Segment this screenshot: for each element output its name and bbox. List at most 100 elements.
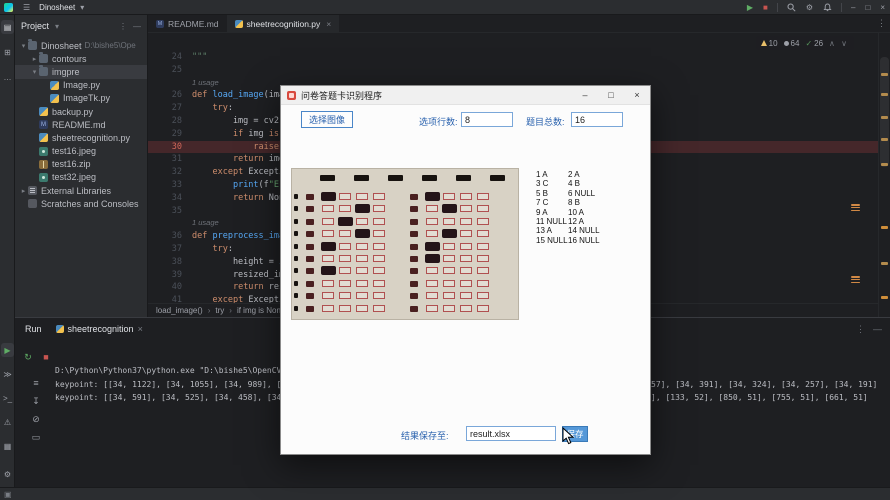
stop-process-button[interactable]: ■ (39, 350, 53, 364)
tree-item-sheetrecognition-py[interactable]: sheetrecognition.py (15, 131, 147, 144)
chevron-collapsed-icon[interactable]: ▸ (19, 187, 28, 195)
dialog-maximize-button[interactable]: □ (598, 86, 624, 104)
notifications-bell-icon[interactable] (823, 3, 832, 12)
status-toolwindow-icon[interactable]: ▣ (4, 490, 12, 499)
search-everywhere-icon[interactable] (787, 3, 796, 12)
breadcrumb-item[interactable]: try (215, 306, 224, 315)
line-number[interactable]: 39 (148, 269, 182, 282)
run-button[interactable]: ▶ (747, 3, 753, 12)
result-row: 11 NULL 12 A (536, 217, 646, 226)
line-number[interactable]: 28 (148, 115, 182, 128)
tree-item-imagetk-py[interactable]: ImageTk.py (15, 92, 147, 105)
rows-input[interactable] (461, 112, 513, 127)
line-number[interactable]: 35 (148, 205, 182, 218)
clear-console-icon[interactable]: ⊘ (29, 412, 43, 426)
save-button[interactable]: 保存 (562, 426, 588, 442)
code-line-25[interactable]: 25 (148, 64, 878, 77)
total-input[interactable] (571, 112, 623, 127)
window-maximize-button[interactable]: □ (865, 3, 870, 12)
run-panel-title[interactable]: Run (25, 324, 42, 334)
save-path-input[interactable] (466, 426, 556, 441)
scroll-to-end-icon[interactable]: ↧ (29, 394, 43, 408)
tree-item-readme-md[interactable]: README.md (15, 118, 147, 131)
breadcrumb-item[interactable]: if img is Non (237, 306, 281, 315)
python-console-toolwindow-icon[interactable]: ≫ (1, 367, 14, 381)
dialog-titlebar[interactable]: 问卷答题卡识别程序 – □ × (281, 86, 650, 105)
run-options-icon[interactable]: ⋮ (856, 324, 865, 335)
problems-toolwindow-icon[interactable]: ⚠ (1, 415, 14, 429)
sheet-number-mark (410, 268, 418, 275)
line-number[interactable]: 30 (148, 141, 182, 154)
inspections-widget[interactable]: 10 64 ✓ 26 ∧ ∨ (755, 36, 854, 50)
line-number[interactable]: 33 (148, 179, 182, 192)
line-number[interactable]: 40 (148, 281, 182, 294)
line-number[interactable]: 25 (148, 64, 182, 77)
project-chevron-icon[interactable]: ▾ (80, 3, 84, 12)
commit-toolwindow-icon[interactable]: ⊞ (1, 45, 14, 59)
suppressed-warnings-icon[interactable] (851, 204, 860, 211)
chevron-expanded-icon[interactable]: ▾ (19, 42, 28, 50)
tree-item-scratches-and-consoles[interactable]: Scratches and Consoles (15, 197, 147, 210)
line-number[interactable]: 27 (148, 102, 182, 115)
dialog-close-button[interactable]: × (624, 86, 650, 104)
error-stripe[interactable] (878, 33, 890, 317)
hide-panel-icon[interactable]: — (133, 22, 141, 31)
prev-next-problem-icons[interactable]: ∧ ∨ (829, 39, 849, 48)
line-number[interactable]: 32 (148, 166, 182, 179)
tree-item-image-py[interactable]: Image.py (15, 79, 147, 92)
project-panel-header[interactable]: Project ▾ ⋮ — (15, 15, 147, 37)
tree-item-contours[interactable]: ▸ contours (15, 52, 147, 65)
tab-readme[interactable]: README.md (148, 15, 227, 32)
rerun-button[interactable]: ↻ (21, 350, 35, 364)
line-number[interactable]: 41 (148, 294, 182, 303)
pin-tab-icon[interactable]: ▭ (29, 430, 43, 444)
project-header-chevron-icon[interactable]: ▾ (55, 22, 59, 31)
breadcrumb-item[interactable]: load_image() (156, 306, 203, 315)
stop-button[interactable]: ■ (763, 3, 768, 12)
tree-item-external-libraries[interactable]: ▸ External Libraries (15, 184, 147, 197)
project-widget[interactable]: Dinosheet (39, 3, 75, 12)
more-toolwindows-icon[interactable]: … (1, 70, 14, 84)
suppressed-warnings-icon[interactable] (851, 276, 860, 283)
project-panel: Project ▾ ⋮ — ▾ Dinosheet D:\bishe5\Ope ▸ co… (15, 15, 148, 317)
services-toolwindow-icon[interactable]: ▦ (1, 439, 14, 453)
run-tab-close-icon[interactable]: × (138, 324, 143, 334)
tab-sheetrecognition[interactable]: sheetrecognition.py × (226, 15, 340, 32)
locate-file-icon[interactable]: ⋮ (119, 22, 127, 31)
line-number[interactable]: 37 (148, 243, 182, 256)
settings-icon[interactable]: ⚙ (806, 3, 813, 12)
markdown-icon (39, 120, 48, 130)
tab-close-icon[interactable]: × (326, 19, 331, 29)
run-toolwindow-icon[interactable]: ▶ (1, 343, 14, 357)
line-number[interactable]: 26 (148, 89, 182, 102)
main-menu-icon[interactable]: ☰ (23, 3, 30, 12)
tab-options-icon[interactable]: ⋮ (877, 18, 886, 29)
line-number[interactable]: 24 (148, 51, 182, 64)
line-number[interactable]: 36 (148, 230, 182, 243)
line-number[interactable]: 31 (148, 153, 182, 166)
tree-item-backup-py[interactable]: backup.py (15, 105, 147, 118)
settings-strip-icon[interactable]: ⚙ (1, 467, 14, 481)
tree-item-test16-jpeg[interactable]: test16.jpeg (15, 145, 147, 158)
code-line-24[interactable]: 24 """ (148, 51, 878, 64)
line-number[interactable]: 38 (148, 256, 182, 269)
tree-item-dinosheet[interactable]: ▾ Dinosheet D:\bishe5\Ope (15, 39, 147, 52)
chevron-expanded-icon[interactable]: ▾ (30, 68, 39, 76)
run-tab-sheetrecognition[interactable]: sheetrecognition × (55, 324, 143, 334)
chevron-collapsed-icon[interactable]: ▸ (30, 55, 39, 63)
line-number[interactable]: 34 (148, 192, 182, 205)
terminal-toolwindow-icon[interactable]: >_ (1, 391, 14, 405)
select-image-button[interactable]: 选择图像 (301, 111, 353, 128)
window-close-button[interactable]: × (880, 3, 885, 12)
hide-run-panel-icon[interactable]: — (873, 324, 882, 335)
tree-item-imgpre[interactable]: ▾ imgpre (15, 65, 147, 79)
project-toolwindow-icon[interactable]: ▤ (1, 20, 14, 34)
tree-item-label: External Libraries (41, 185, 112, 196)
window-minimize-button[interactable]: – (851, 3, 855, 12)
soft-wrap-icon[interactable]: ≡ (29, 376, 43, 390)
sheet-bubble (460, 217, 472, 225)
line-number[interactable]: 29 (148, 128, 182, 141)
dialog-minimize-button[interactable]: – (572, 86, 598, 104)
tree-item-test16-zip[interactable]: test16.zip (15, 158, 147, 171)
tree-item-test32-jpeg[interactable]: test32.jpeg (15, 171, 147, 184)
